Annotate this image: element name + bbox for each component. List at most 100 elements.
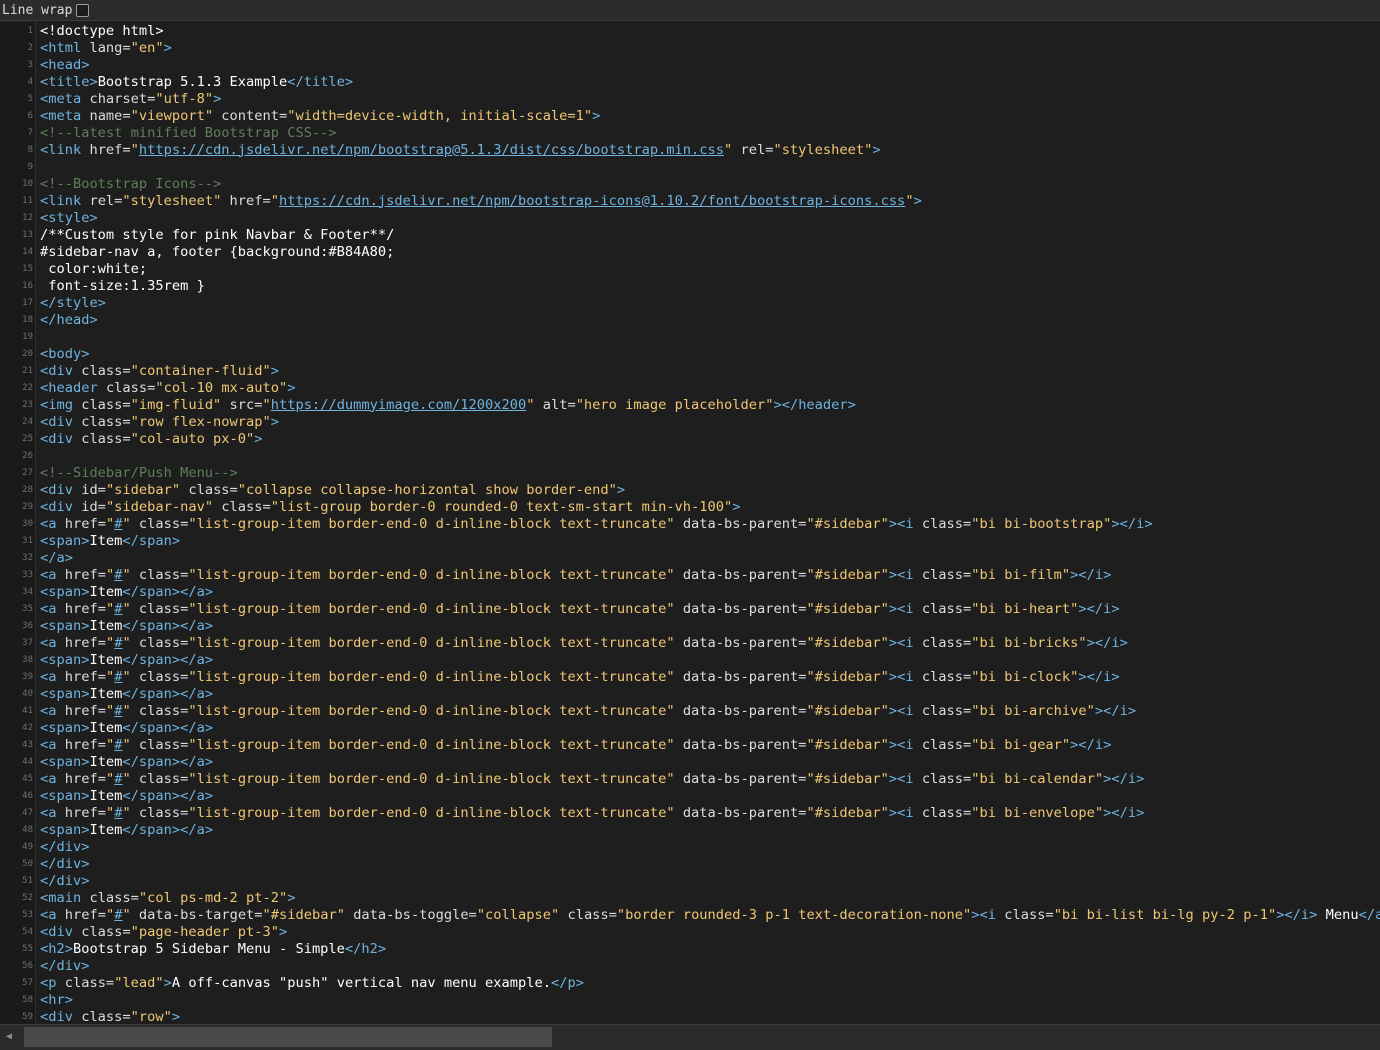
code-text: <div class="container-fluid"> — [33, 363, 279, 379]
code-token: ></i> — [1111, 515, 1153, 532]
code-token: " — [905, 192, 914, 209]
code-token: </h2> — [344, 940, 387, 957]
code-token: class= — [559, 906, 617, 923]
code-token: </span> — [122, 532, 181, 549]
code-token: href= — [221, 192, 271, 209]
code-text: <span>Item</span></a> — [33, 788, 213, 804]
code-text: <link href="https://cdn.jsdelivr.net/npm… — [33, 142, 881, 158]
line-number: 14 — [22, 246, 33, 257]
code-token: > — [270, 362, 279, 379]
code-token: "sidebar" — [105, 481, 181, 498]
code-token: <a — [40, 515, 65, 532]
line-number: 56 — [22, 960, 33, 971]
code-line: 41 <a href="#" class="list-group-item bor… — [0, 702, 1380, 719]
code-token: class= — [921, 566, 972, 583]
code-token: ></i> — [1276, 906, 1326, 923]
code-text: <style> — [33, 210, 98, 226]
code-link[interactable]: https://cdn.jsdelivr.net/npm/bootstrap@5… — [139, 142, 724, 158]
code-token: ><i — [888, 634, 922, 651]
line-number: 5 — [27, 93, 33, 104]
code-token: ></i> — [1103, 804, 1145, 821]
code-token: data-bs-parent= — [674, 600, 807, 617]
line-number: 22 — [22, 382, 33, 393]
code-token: </title> — [287, 73, 354, 90]
code-line: 48 <span>Item</span></a> — [0, 821, 1380, 838]
code-token: data-bs-parent= — [674, 668, 807, 685]
code-text: <html lang="en"> — [33, 40, 172, 56]
code-text: <div class="page-header pt-3"> — [33, 924, 287, 940]
code-token: <a — [40, 600, 65, 617]
code-token: " — [130, 141, 139, 158]
code-token: <body> — [40, 345, 90, 362]
line-number: 10 — [22, 178, 33, 189]
code-token: "bi bi-clock" — [971, 668, 1079, 685]
code-token: " — [122, 634, 131, 651]
code-token: ><i — [888, 668, 922, 685]
code-token: > — [254, 430, 263, 447]
code-token: ><i — [971, 906, 1005, 923]
line-number: 17 — [22, 297, 33, 308]
code-line: 10 <!--Bootstrap Icons--> — [0, 175, 1380, 192]
code-text: <p class="lead">A off-canvas "push" vert… — [33, 975, 584, 991]
code-editor[interactable]: 1 <!doctype html> 2 <html lang="en"> 3 <head>… — [0, 22, 1380, 1024]
code-token: " — [105, 906, 115, 923]
code-token: class= — [64, 974, 115, 991]
code-token: Bootstrap 5 Sidebar Menu - Simple — [72, 940, 345, 957]
code-token: <a — [40, 906, 65, 923]
code-token: Item — [89, 617, 123, 634]
toolbar: Line wrap — [0, 0, 1380, 21]
code-line: 1 <!doctype html> — [0, 22, 1380, 39]
line-number: 6 — [27, 110, 33, 121]
code-token: </span></a> — [122, 651, 214, 668]
code-line: 9 — [0, 158, 1380, 175]
code-token: ></i> — [1078, 668, 1120, 685]
code-token: " — [105, 804, 115, 821]
code-token: "list-group-item border-end-0 d-inline-b… — [188, 702, 675, 719]
code-token: <!--Bootstrap Icons--> — [40, 175, 222, 192]
code-link[interactable]: https://cdn.jsdelivr.net/npm/bootstrap-i… — [279, 193, 905, 209]
code-token: </span></a> — [122, 583, 214, 600]
code-token: <p — [40, 974, 65, 991]
code-text: <span>Item</span></a> — [33, 754, 213, 770]
code-token: ><i — [888, 515, 922, 532]
line-number: 39 — [22, 671, 33, 682]
code-token: " — [122, 736, 131, 753]
code-token: "hero image placeholder" — [575, 396, 774, 413]
code-token: class= — [921, 600, 972, 617]
line-number: 18 — [22, 314, 33, 325]
code-token: class= — [1004, 906, 1054, 923]
line-number: 12 — [22, 212, 33, 223]
line-wrap-checkbox[interactable] — [76, 3, 90, 17]
code-token: </div> — [40, 838, 90, 855]
code-token: " — [105, 566, 115, 583]
scrollbar-thumb[interactable] — [24, 1027, 552, 1047]
code-token: font-size:1.35rem } — [40, 277, 205, 294]
code-text: #sidebar-nav a, footer {background:#B84A… — [33, 244, 394, 260]
code-token: data-bs-target= — [130, 906, 263, 923]
code-token: ><i — [888, 804, 922, 821]
line-number: 27 — [22, 467, 33, 478]
code-text: <!--Bootstrap Icons--> — [33, 176, 221, 192]
code-link[interactable]: https://dummyimage.com/1200x200 — [271, 397, 526, 413]
code-token: "img-fluid" — [130, 396, 222, 413]
code-line: 32 </a> — [0, 549, 1380, 566]
scroll-left-arrow-icon[interactable]: ◀ — [3, 1031, 15, 1043]
code-token: class= — [81, 430, 131, 447]
code-token: class= — [130, 634, 189, 651]
code-line: 45 <a href="#" class="list-group-item bor… — [0, 770, 1380, 787]
code-token: data-bs-parent= — [674, 702, 807, 719]
code-token: ><i — [888, 736, 922, 753]
horizontal-scrollbar[interactable]: ◀ — [0, 1024, 1380, 1050]
code-line: 23 <img class="img-fluid" src="https://du… — [0, 396, 1380, 413]
code-text: </div> — [33, 958, 89, 974]
code-token: "bi bi-heart" — [971, 600, 1079, 617]
line-number: 20 — [22, 348, 33, 359]
line-number: 1 — [27, 25, 33, 36]
code-text: <h2>Bootstrap 5 Sidebar Menu - Simple</h… — [33, 941, 386, 957]
code-text: <meta charset="utf-8"> — [33, 91, 221, 107]
code-text: <a href="#" class="list-group-item borde… — [33, 737, 1111, 753]
line-number: 45 — [22, 773, 33, 784]
code-token: class= — [130, 804, 189, 821]
code-token: "bi bi-bootstrap" — [971, 515, 1112, 532]
line-number: 33 — [22, 569, 33, 580]
